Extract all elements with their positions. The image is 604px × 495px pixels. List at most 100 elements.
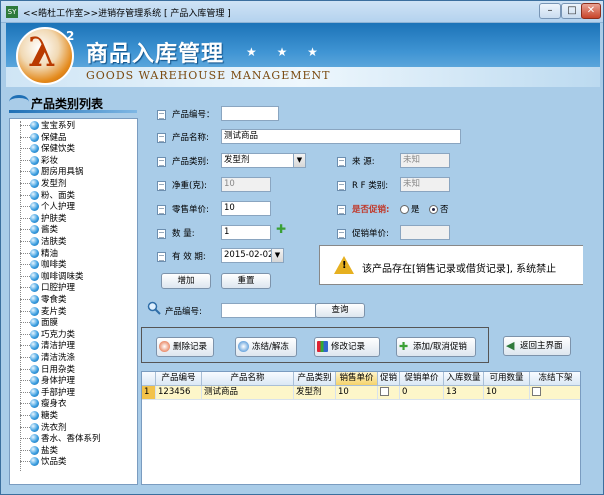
- net-weight-input[interactable]: 10: [221, 177, 271, 192]
- table-cell[interactable]: 0: [400, 386, 444, 400]
- sidebar-item-label: 清洁护理: [41, 341, 76, 352]
- home-button[interactable]: ◀ 返回主界面: [503, 336, 571, 356]
- promo-toggle-button[interactable]: ✚ 添加/取消促销: [396, 337, 476, 357]
- table-cell[interactable]: 测试商品: [202, 386, 294, 400]
- plus-icon[interactable]: ✚: [276, 222, 286, 236]
- sidebar-item-label: 糖类: [41, 411, 59, 421]
- column-header[interactable]: 产品名称: [202, 372, 294, 386]
- search-button[interactable]: 查询: [315, 303, 365, 318]
- table-cell[interactable]: 10: [484, 386, 530, 400]
- delete-icon: [159, 341, 170, 352]
- column-header[interactable]: 产品编号: [156, 372, 202, 386]
- product-table[interactable]: 1 产品编号 123456 产品名称 测试商品 产品类别 发型剂 销售单价 10 促销 促销单价 0 入…: [141, 371, 581, 485]
- sidebar-item[interactable]: 身体护理: [20, 376, 75, 388]
- sidebar-item[interactable]: 香水、香体系列: [20, 434, 101, 446]
- rf-input[interactable]: 未知: [400, 177, 450, 192]
- category-label: 产品类别:: [157, 155, 209, 167]
- sidebar-item-label: 发型剂: [41, 179, 67, 189]
- sidebar-item[interactable]: 瘦身衣: [20, 399, 67, 411]
- sidebar-item[interactable]: 酱类: [20, 225, 58, 237]
- delete-record-button[interactable]: 删除记录: [156, 337, 214, 357]
- maximize-button[interactable]: □: [561, 3, 583, 19]
- reset-button[interactable]: 重置: [221, 273, 271, 289]
- column-header[interactable]: 可用数量: [484, 372, 530, 386]
- minimize-button[interactable]: –: [539, 3, 561, 19]
- globe-icon: [30, 225, 39, 235]
- sidebar-item[interactable]: 饮品类: [20, 457, 67, 469]
- category-select[interactable]: 发型剂 ▼: [221, 153, 306, 168]
- close-button[interactable]: ✕: [581, 3, 601, 19]
- sidebar-item-label: 个人护理: [41, 202, 76, 213]
- globe-icon: [30, 121, 39, 130]
- radio-checked-icon[interactable]: [429, 205, 438, 214]
- sidebar-item[interactable]: 粉、面类: [20, 190, 75, 203]
- table-cell[interactable]: 13: [444, 386, 484, 400]
- sidebar-item[interactable]: 面膜: [20, 318, 58, 330]
- sidebar-item[interactable]: 日用杂类: [20, 364, 76, 377]
- sidebar-item[interactable]: 精油: [20, 248, 58, 261]
- table-cell[interactable]: [530, 386, 580, 400]
- document-icon: [157, 132, 166, 143]
- sidebar-item-label: 日用杂类: [41, 364, 76, 375]
- checkbox[interactable]: [380, 387, 389, 396]
- column-header[interactable]: 入库数量: [444, 372, 484, 386]
- sidebar-item[interactable]: 清洁洗涤: [20, 353, 75, 365]
- chevron-down-icon[interactable]: ▼: [293, 154, 305, 167]
- sidebar-item[interactable]: 个人护理: [20, 202, 75, 214]
- column-header[interactable]: 冻结下架: [530, 372, 580, 386]
- table-cell[interactable]: [378, 386, 400, 400]
- source-input[interactable]: 未知: [400, 153, 450, 168]
- table-cell[interactable]: 1: [142, 386, 156, 400]
- sidebar-item[interactable]: 发型剂: [20, 179, 67, 191]
- document-icon: [157, 109, 166, 120]
- checkbox[interactable]: [532, 387, 541, 396]
- sidebar-item[interactable]: 巧克力类: [20, 329, 75, 342]
- sidebar-item[interactable]: 彩妆: [20, 155, 58, 168]
- promo-price-input[interactable]: [400, 225, 450, 240]
- column-header[interactable]: 产品类别: [294, 372, 336, 386]
- header-banner: λ 2 商品入库管理 ★ ★ ★ GOODS WAREHOUSE MANAGEM…: [6, 23, 600, 87]
- sidebar-item[interactable]: 咖啡类: [20, 260, 67, 272]
- chevron-down-icon[interactable]: ▼: [271, 249, 283, 262]
- column-header[interactable]: [142, 372, 156, 386]
- sidebar-item[interactable]: 洁肤类: [20, 237, 67, 249]
- add-button[interactable]: 增加: [161, 273, 211, 289]
- sidebar-item[interactable]: 洗衣剂: [20, 422, 67, 435]
- search-input[interactable]: [221, 303, 316, 318]
- sidebar-item[interactable]: 保健饮类: [20, 144, 75, 156]
- sidebar-item[interactable]: 厨房用具锅: [20, 167, 84, 179]
- sidebar-item[interactable]: 盐类: [20, 445, 58, 458]
- globe-icon: [30, 445, 39, 455]
- sidebar-item[interactable]: 宝宝系列: [20, 121, 75, 133]
- sidebar-item[interactable]: 清洁护理: [20, 341, 75, 353]
- sidebar-item[interactable]: 糖类: [20, 411, 58, 423]
- column-header[interactable]: 促销: [378, 372, 400, 386]
- qty-input[interactable]: 1: [221, 225, 271, 240]
- product-no-input[interactable]: [221, 106, 279, 121]
- table-cell[interactable]: 10: [336, 386, 378, 400]
- sidebar-item[interactable]: 口腔护理: [20, 283, 75, 295]
- promo-no-radio[interactable]: 否: [429, 203, 449, 215]
- sidebar-item[interactable]: 零食类: [20, 295, 67, 307]
- freeze-button[interactable]: 冻结/解冻: [235, 337, 297, 357]
- table-cell[interactable]: 发型剂: [294, 386, 336, 400]
- table-cell[interactable]: 123456: [156, 386, 202, 400]
- category-tree[interactable]: 宝宝系列 保健品 保健饮类 彩妆 厨房用具锅 发型剂 粉、面类 个人护理 护肤类 酱类 洁肤类 精油咖…: [9, 118, 138, 485]
- sidebar-item[interactable]: 保健品: [20, 132, 67, 145]
- page-subtitle: GOODS WAREHOUSE MANAGEMENT: [86, 69, 331, 82]
- column-header[interactable]: 促销单价: [400, 372, 444, 386]
- sidebar-item[interactable]: 护肤类: [20, 213, 67, 226]
- document-icon: [337, 228, 346, 239]
- expiry-date-picker[interactable]: 2015-02-02 ▼: [221, 248, 284, 263]
- edit-record-button[interactable]: 修改记录: [314, 337, 380, 357]
- column-header[interactable]: 销售单价: [336, 372, 378, 386]
- sidebar-item[interactable]: 麦片类: [20, 306, 67, 319]
- product-name-input[interactable]: 测试商品: [221, 129, 461, 144]
- product-name-label: 产品名称:: [157, 131, 209, 143]
- document-icon: [157, 204, 166, 215]
- sidebar-item[interactable]: 咖啡调味类: [20, 271, 84, 284]
- sidebar-item[interactable]: 手部护理: [20, 387, 75, 400]
- radio-icon[interactable]: [400, 205, 409, 214]
- price-input[interactable]: 10: [221, 201, 271, 216]
- promo-yes-radio[interactable]: 是: [400, 203, 420, 215]
